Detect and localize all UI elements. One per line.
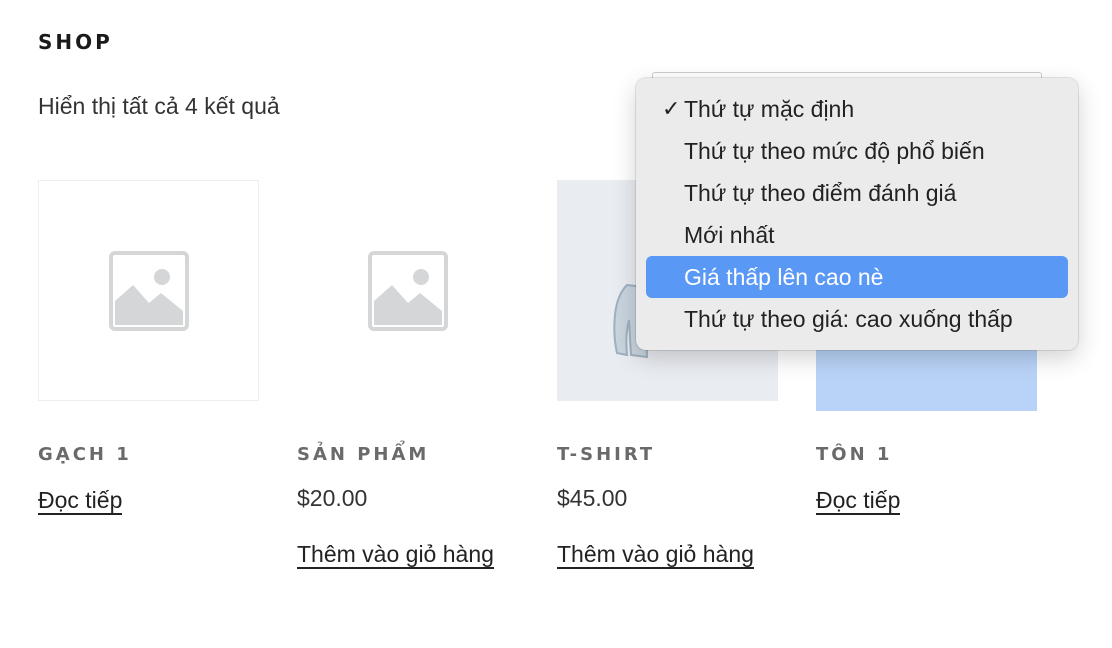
product-image[interactable] [297, 180, 518, 401]
sort-option-default[interactable]: ✓ Thứ tự mặc định [646, 88, 1068, 130]
placeholder-icon [108, 250, 189, 331]
placeholder-icon [367, 250, 448, 331]
sort-option-label: Giá thấp lên cao nè [684, 264, 884, 290]
sort-option-price-desc[interactable]: Thứ tự theo giá: cao xuống thấp [646, 298, 1068, 340]
sort-option-label: Thứ tự theo mức độ phổ biến [684, 138, 985, 164]
sort-dropdown-menu: ✓ Thứ tự mặc định Thứ tự theo mức độ phổ… [636, 78, 1078, 350]
product-name[interactable]: TÔN 1 [816, 444, 892, 465]
sort-option-newest[interactable]: Mới nhất [646, 214, 1068, 256]
product-name[interactable]: T-SHIRT [557, 444, 655, 465]
product-price: $45.00 [557, 485, 628, 511]
product-card: SẢN PHẨM $20.00 Thêm vào giỏ hàng [297, 180, 518, 569]
sort-option-price-asc[interactable]: Giá thấp lên cao nè [646, 256, 1068, 298]
product-card: GẠCH 1 Đọc tiếp [38, 180, 259, 515]
sort-option-popularity[interactable]: Thứ tự theo mức độ phổ biến [646, 130, 1068, 172]
read-more-link[interactable]: Đọc tiếp [816, 487, 901, 515]
sort-option-label: Thứ tự theo điểm đánh giá [684, 180, 957, 206]
read-more-link[interactable]: Đọc tiếp [38, 487, 123, 515]
check-icon: ✓ [662, 96, 681, 121]
result-count: Hiển thị tất cả 4 kết quả [38, 93, 280, 119]
product-name[interactable]: SẢN PHẨM [297, 444, 429, 465]
add-to-cart-link[interactable]: Thêm vào giỏ hàng [557, 541, 754, 569]
product-image[interactable] [38, 180, 259, 401]
page-title: SHOP [38, 30, 113, 54]
sort-option-label: Thứ tự mặc định [684, 96, 855, 122]
sort-option-rating[interactable]: Thứ tự theo điểm đánh giá [646, 172, 1068, 214]
sort-option-label: Mới nhất [684, 222, 775, 248]
product-price: $20.00 [297, 485, 368, 511]
product-name[interactable]: GẠCH 1 [38, 444, 132, 465]
add-to-cart-link[interactable]: Thêm vào giỏ hàng [297, 541, 494, 569]
sort-option-label: Thứ tự theo giá: cao xuống thấp [684, 306, 1013, 332]
